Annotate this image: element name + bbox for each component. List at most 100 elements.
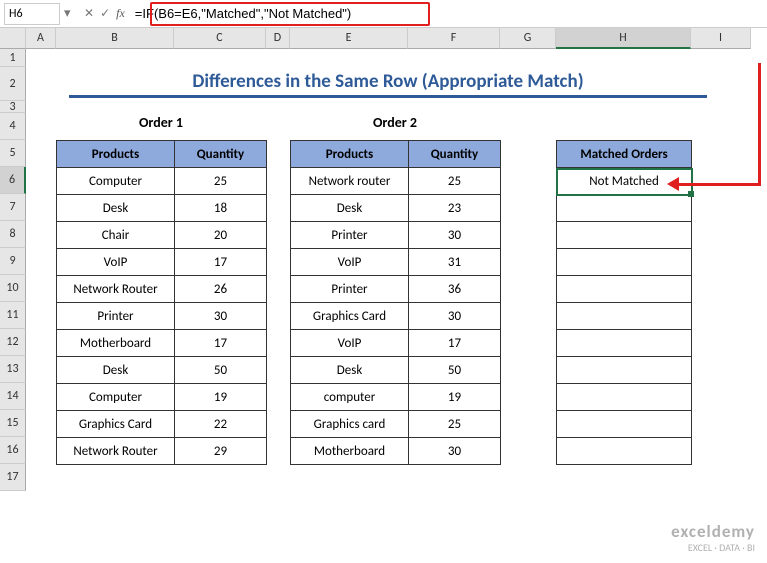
row-header-17[interactable]: 17 <box>0 464 26 491</box>
table-cell[interactable]: 18 <box>175 195 267 222</box>
table-cell[interactable]: 17 <box>175 330 267 357</box>
name-box[interactable]: H6 <box>4 3 60 25</box>
table-cell[interactable]: Desk <box>57 195 175 222</box>
col-header-H[interactable]: H <box>556 28 691 49</box>
row-header-10[interactable]: 10 <box>0 275 26 302</box>
row-header-11[interactable]: 11 <box>0 302 26 329</box>
table-cell[interactable]: Graphics Card <box>291 303 409 330</box>
table-cell[interactable]: 17 <box>409 330 501 357</box>
cells-area[interactable]: Differences in the Same Row (Appropriate… <box>26 49 767 563</box>
row-header-6[interactable]: 6 <box>0 167 26 194</box>
table-row: VoIP17 <box>291 330 501 357</box>
table-cell[interactable]: Motherboard <box>57 330 175 357</box>
table-cell[interactable]: Computer <box>57 384 175 411</box>
row-header-14[interactable]: 14 <box>0 383 26 410</box>
table-cell[interactable]: 26 <box>175 276 267 303</box>
cancel-icon[interactable]: ✕ <box>84 6 94 21</box>
table-cell[interactable] <box>557 330 692 357</box>
table-cell[interactable]: Desk <box>57 357 175 384</box>
col-header-A[interactable]: A <box>26 28 56 49</box>
table-cell[interactable]: 25 <box>175 168 267 195</box>
fx-icon[interactable]: fx <box>116 6 125 21</box>
table-cell[interactable]: Network router <box>291 168 409 195</box>
table-row <box>557 357 692 384</box>
table-cell[interactable]: Graphics card <box>291 411 409 438</box>
table-row: Computer25 <box>57 168 267 195</box>
table-row <box>557 438 692 465</box>
table-cell[interactable] <box>557 411 692 438</box>
row-header-5[interactable]: 5 <box>0 140 26 167</box>
table-row: VoIP17 <box>57 249 267 276</box>
row-header-8[interactable]: 8 <box>0 221 26 248</box>
table-cell[interactable]: Desk <box>291 357 409 384</box>
table-cell[interactable]: 50 <box>409 357 501 384</box>
table-cell[interactable] <box>557 195 692 222</box>
table-cell[interactable]: 30 <box>409 222 501 249</box>
table-cell[interactable] <box>557 384 692 411</box>
table-cell[interactable] <box>557 276 692 303</box>
table-cell[interactable] <box>557 438 692 465</box>
table-cell[interactable]: VoIP <box>291 249 409 276</box>
table-cell[interactable]: Desk <box>291 195 409 222</box>
table-cell[interactable]: Network Router <box>57 276 175 303</box>
table-cell[interactable]: 19 <box>175 384 267 411</box>
table-cell[interactable] <box>557 249 692 276</box>
row-header-13[interactable]: 13 <box>0 356 26 383</box>
row-header-2[interactable]: 2 <box>0 67 26 101</box>
formula-input[interactable] <box>131 3 767 25</box>
table-cell[interactable]: Motherboard <box>291 438 409 465</box>
table-cell[interactable]: 30 <box>175 303 267 330</box>
table-cell[interactable]: Chair <box>57 222 175 249</box>
table-cell[interactable]: 17 <box>175 249 267 276</box>
table-row: VoIP31 <box>291 249 501 276</box>
table-row: Printer36 <box>291 276 501 303</box>
table-cell[interactable]: 50 <box>175 357 267 384</box>
col-header-B[interactable]: B <box>56 28 174 49</box>
confirm-icon[interactable]: ✓ <box>100 6 110 21</box>
table-cell[interactable] <box>557 303 692 330</box>
row-header-15[interactable]: 15 <box>0 410 26 437</box>
table-cell[interactable]: VoIP <box>57 249 175 276</box>
col-header-D[interactable]: D <box>266 28 290 49</box>
row-header-9[interactable]: 9 <box>0 248 26 275</box>
table-cell[interactable]: 20 <box>175 222 267 249</box>
table-cell[interactable]: 19 <box>409 384 501 411</box>
table-cell[interactable]: Not Matched <box>557 168 692 195</box>
table-cell[interactable]: Printer <box>291 222 409 249</box>
table-row: Printer30 <box>57 303 267 330</box>
row-header-16[interactable]: 16 <box>0 437 26 464</box>
row-header-4[interactable]: 4 <box>0 113 26 140</box>
table-cell[interactable]: 30 <box>409 438 501 465</box>
col-header-F[interactable]: F <box>408 28 500 49</box>
col-header-I[interactable]: I <box>691 28 751 49</box>
table-cell[interactable] <box>557 222 692 249</box>
row-header-1[interactable]: 1 <box>0 49 26 67</box>
table-cell[interactable]: 23 <box>409 195 501 222</box>
table-header: Quantity <box>409 141 501 168</box>
table-row <box>557 330 692 357</box>
table-cell[interactable]: Printer <box>57 303 175 330</box>
table-row: Motherboard30 <box>291 438 501 465</box>
row-header-12[interactable]: 12 <box>0 329 26 356</box>
name-box-dropdown-icon[interactable]: ▾ <box>64 6 78 21</box>
col-header-E[interactable]: E <box>290 28 408 49</box>
table-cell[interactable]: computer <box>291 384 409 411</box>
table-cell[interactable]: 30 <box>409 303 501 330</box>
table-cell[interactable]: 31 <box>409 249 501 276</box>
table-cell[interactable]: 25 <box>409 168 501 195</box>
table-cell[interactable]: VoIP <box>291 330 409 357</box>
col-header-G[interactable]: G <box>500 28 556 49</box>
table-cell[interactable]: Network Router <box>57 438 175 465</box>
table-cell[interactable]: 29 <box>175 438 267 465</box>
table-cell[interactable]: 25 <box>409 411 501 438</box>
select-all-corner[interactable] <box>0 28 26 49</box>
col-header-C[interactable]: C <box>174 28 266 49</box>
table-cell[interactable]: 22 <box>175 411 267 438</box>
row-header-7[interactable]: 7 <box>0 194 26 221</box>
row-header-3[interactable]: 3 <box>0 101 26 113</box>
table-cell[interactable]: Printer <box>291 276 409 303</box>
table-cell[interactable]: 36 <box>409 276 501 303</box>
table-cell[interactable]: Computer <box>57 168 175 195</box>
table-cell[interactable]: Graphics Card <box>57 411 175 438</box>
table-cell[interactable] <box>557 357 692 384</box>
